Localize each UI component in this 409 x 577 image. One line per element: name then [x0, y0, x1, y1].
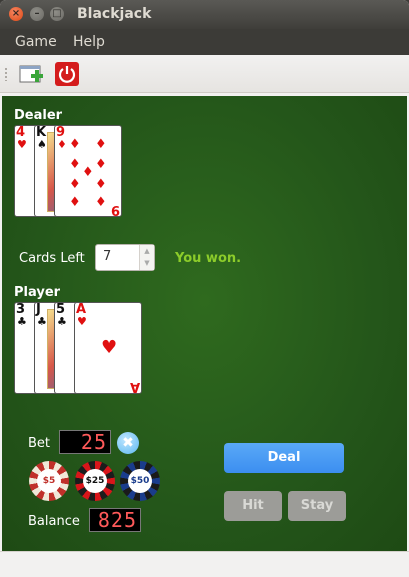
minimize-icon: –: [34, 8, 40, 19]
title-bar: × – □ Blackjack: [0, 0, 409, 29]
card-suit: ♦: [57, 138, 67, 151]
card-pip: ♦: [69, 157, 81, 172]
new-game-button[interactable]: [18, 61, 44, 87]
card-rank: A: [129, 379, 140, 394]
menu-game[interactable]: Game: [15, 29, 57, 50]
card-pip: ♦: [69, 177, 81, 192]
card-pip: ♦: [95, 137, 107, 152]
cards-left-spinner[interactable]: 7 ▲ ▼: [95, 244, 155, 271]
maximize-window-button[interactable]: □: [50, 7, 64, 21]
chip-label: $50: [128, 469, 152, 493]
cards-left-label: Cards Left: [19, 251, 85, 266]
game-status: You won.: [175, 251, 242, 266]
card-suit: ♣: [57, 315, 67, 328]
card-rank: 9: [110, 202, 120, 217]
card-pip: ♦: [95, 195, 107, 210]
quit-button[interactable]: [54, 61, 80, 87]
menu-bar: Game Help: [0, 29, 409, 55]
clear-bet-button[interactable]: ✖: [117, 432, 139, 454]
power-icon: [55, 62, 79, 86]
stay-button[interactable]: Stay: [288, 491, 346, 521]
bet-label: Bet: [28, 436, 51, 451]
bet-display: 25: [59, 430, 111, 454]
card-suit: ♣: [17, 315, 27, 328]
clear-icon: ✖: [122, 435, 134, 451]
game-table: Dealer 4 ♥ K ♠ 9 ♦ ♦ ♦ ♦ ♦ ♦ ♦ ♦ ♦ ♦ 9 C…: [2, 96, 407, 551]
toolbar: [0, 55, 409, 93]
status-bar: [0, 551, 409, 577]
maximize-icon: □: [52, 8, 62, 19]
dealer-label: Dealer: [14, 108, 63, 123]
card-pip: ♦: [95, 177, 107, 192]
card-pip: ♥: [101, 337, 118, 358]
card-pip: ♦: [82, 165, 94, 180]
card-suit: ♠: [37, 138, 47, 151]
spinner-buttons: ▲ ▼: [139, 245, 154, 270]
balance-label: Balance: [28, 514, 80, 529]
balance-display: 825: [89, 508, 141, 532]
chip-5-button[interactable]: $5: [29, 461, 69, 501]
chip-label: $25: [83, 469, 107, 493]
new-game-icon: [19, 65, 43, 83]
toolbar-grip[interactable]: [4, 67, 8, 81]
spin-up-icon[interactable]: ▲: [140, 245, 154, 257]
hit-button[interactable]: Hit: [224, 491, 282, 521]
window-title: Blackjack: [77, 6, 152, 22]
blackjack-window: × – □ Blackjack Game Help Dealer 4 ♥ K ♠…: [0, 0, 409, 577]
card-suit: ♣: [37, 315, 47, 328]
menu-help[interactable]: Help: [73, 29, 105, 50]
card-suit: ♥: [77, 315, 87, 328]
chip-25-button[interactable]: $25: [75, 461, 115, 501]
close-icon: ×: [11, 8, 21, 19]
spin-down-icon[interactable]: ▼: [140, 257, 154, 269]
chip-50-button[interactable]: $50: [120, 461, 160, 501]
chip-label: $5: [37, 469, 61, 493]
deal-button[interactable]: Deal: [224, 443, 344, 473]
player-label: Player: [14, 285, 61, 300]
player-card: A ♥ ♥ A: [74, 302, 142, 394]
minimize-window-button[interactable]: –: [30, 7, 44, 21]
card-pip: ♦: [69, 137, 81, 152]
card-suit: ♥: [17, 138, 27, 151]
cards-left-value: 7: [103, 249, 112, 264]
card-pip: ♦: [95, 157, 107, 172]
close-window-button[interactable]: ×: [9, 7, 23, 21]
dealer-card: 9 ♦ ♦ ♦ ♦ ♦ ♦ ♦ ♦ ♦ ♦ 9: [54, 125, 122, 217]
card-pip: ♦: [69, 195, 81, 210]
